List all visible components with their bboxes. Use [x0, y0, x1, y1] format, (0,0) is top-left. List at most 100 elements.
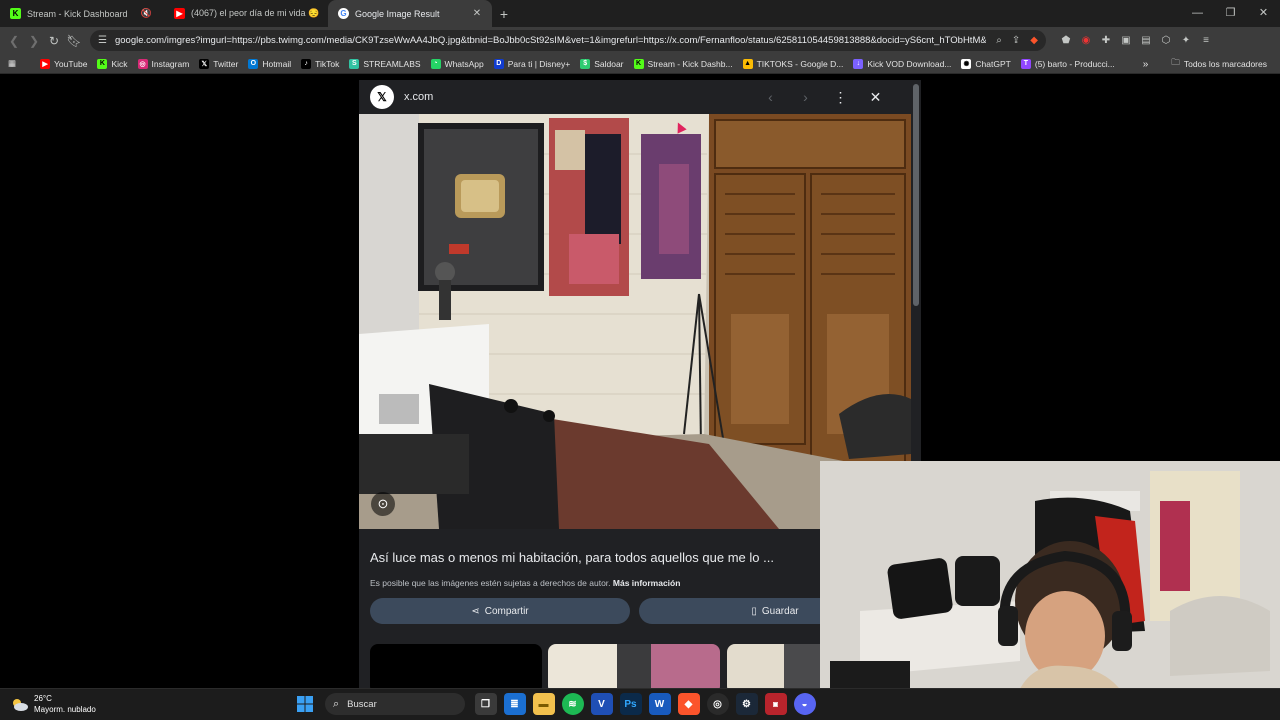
bookmark-item[interactable]: D Para ti | Disney+: [489, 58, 575, 69]
zoom-icon[interactable]: ⌕: [996, 35, 1002, 46]
restore-icon[interactable]: ❐: [1214, 0, 1247, 27]
apps-grid-icon[interactable]: ▦: [0, 58, 21, 69]
tab-title: Google Image Result: [355, 8, 440, 19]
google-lens-icon[interactable]: ⊙: [371, 492, 395, 516]
tab-google-image-result[interactable]: G Google Image Result ✕: [328, 0, 492, 27]
steam-icon[interactable]: ⚙: [735, 693, 758, 715]
extension-icon[interactable]: ⬟: [1056, 35, 1076, 46]
new-tab-button[interactable]: +: [492, 6, 516, 22]
obs-icon[interactable]: ◎: [706, 693, 729, 715]
close-window-icon[interactable]: ✕: [1247, 0, 1280, 27]
bookmark-item[interactable]: ◔ WhatsApp: [426, 58, 489, 69]
share-button[interactable]: ⋖ Compartir: [370, 598, 630, 624]
windows-start-icon[interactable]: [294, 693, 316, 715]
viewer-header: 𝕏 x.com ‹ › ⋮ ✕: [359, 80, 911, 114]
menu-icon[interactable]: ≡: [1196, 35, 1216, 46]
x-icon: 𝕏: [199, 58, 210, 69]
wallet-icon[interactable]: ▤: [1136, 35, 1156, 46]
url-text[interactable]: google.com/imgres?imgurl=https://pbs.twi…: [115, 35, 986, 46]
bookmark-item[interactable]: ▶ YouTube: [35, 58, 92, 69]
bookmark-item[interactable]: $ Saldoar: [575, 58, 628, 69]
bookmark-label: YouTube: [54, 58, 88, 69]
bookmark-label: STREAMLABS: [363, 58, 421, 69]
previous-image-icon[interactable]: ‹: [753, 89, 788, 105]
more-info-link[interactable]: Más información: [613, 578, 681, 588]
reload-icon[interactable]: ↻: [44, 34, 64, 48]
bookmarks-right: » 🗀 Todos los marcadores: [1143, 54, 1272, 74]
close-tab-icon[interactable]: ✕: [470, 8, 484, 19]
image-caption[interactable]: Así luce mas o menos mi habitación, para…: [370, 550, 774, 565]
site-info-icon[interactable]: ☰: [98, 35, 107, 46]
window-controls: — ❐ ✕: [1181, 0, 1280, 27]
photoshop-icon[interactable]: Ps: [619, 693, 642, 715]
more-bookmarks-icon[interactable]: »: [1143, 59, 1149, 70]
weather-widget[interactable]: 26°C Mayorm. nublado: [10, 693, 96, 715]
forward-icon[interactable]: ❯: [24, 34, 44, 48]
bookmark-item[interactable]: ♪ TikTok: [296, 58, 344, 69]
bookmark-label: Hotmail: [262, 58, 292, 69]
brave-browser-icon[interactable]: ◆: [677, 693, 700, 715]
google-icon: G: [338, 8, 349, 19]
discord-icon[interactable]: ◒: [793, 693, 816, 715]
all-bookmarks-folder[interactable]: 🗀 Todos los marcadores: [1166, 57, 1272, 71]
taskbar-apps: ⌕ Buscar ❐ ≣ ▬ ≋ V Ps W ◆ ◎ ⚙ ▣ ◒: [290, 693, 819, 715]
bookmark-item[interactable]: K Kick: [92, 58, 132, 69]
search-icon: ⌕: [333, 697, 340, 710]
bookmark-label: Twitter: [213, 58, 239, 69]
bookmark-item[interactable]: O Hotmail: [243, 58, 296, 69]
x-logo-icon[interactable]: 𝕏: [370, 85, 394, 109]
notepad-icon[interactable]: ≣: [503, 693, 526, 715]
sidebar-icon[interactable]: ▣: [1116, 35, 1136, 46]
minimize-icon[interactable]: —: [1181, 0, 1214, 27]
bookmark-item[interactable]: T (5) barto - Producci...: [1016, 58, 1120, 69]
puzzle-icon[interactable]: ✚: [1096, 35, 1116, 46]
tab-kick-dashboard[interactable]: K Stream - Kick Dashboard 🔇: [0, 0, 164, 27]
address-bar[interactable]: ☰ google.com/imgres?imgurl=https://pbs.t…: [90, 30, 1046, 51]
media-app-icon[interactable]: ▣: [764, 693, 787, 715]
source-domain[interactable]: x.com: [404, 91, 433, 103]
muted-speaker-icon[interactable]: 🔇: [141, 8, 152, 19]
bookmark-item[interactable]: S STREAMLABS: [344, 58, 425, 69]
share-icon: ⋖: [471, 605, 480, 617]
cloudy-weather-icon: [13, 699, 28, 711]
bookmark-label: WhatsApp: [444, 58, 484, 69]
twitch-icon: T: [1020, 58, 1031, 69]
related-image-thumbnail[interactable]: [548, 644, 720, 688]
task-view-icon[interactable]: ❐: [474, 693, 497, 715]
vegas-icon[interactable]: V: [590, 693, 613, 715]
tab-youtube[interactable]: ▶ (4067) el peor día de mi vida 😔 - Yo: [164, 0, 328, 27]
chatgpt-icon: ✺: [961, 58, 972, 69]
bookmark-item[interactable]: ↓ Kick VOD Download...: [848, 58, 956, 69]
all-bookmarks-label: Todos los marcadores: [1183, 59, 1267, 69]
file-explorer-icon[interactable]: ▬: [532, 693, 555, 715]
back-icon[interactable]: ❮: [4, 34, 24, 48]
close-viewer-icon[interactable]: ✕: [858, 89, 893, 106]
share-icon[interactable]: ⇪: [1012, 35, 1020, 46]
leo-icon[interactable]: ✦: [1176, 35, 1196, 46]
next-image-icon[interactable]: ›: [788, 89, 823, 105]
bookmark-icon[interactable]: 🔖︎: [64, 34, 84, 48]
streamlabs-icon: S: [349, 58, 360, 69]
brave-shields-icon[interactable]: ◆: [1030, 35, 1038, 46]
bookmark-item[interactable]: 𝕏 Twitter: [194, 58, 243, 69]
bookmarks-list: ▶ YouTube K Kick ◎ Instagram 𝕏 Twitter O Hotmail ♪…: [35, 58, 1120, 69]
spotify-icon[interactable]: ≋: [561, 693, 584, 715]
bookmark-label: ChatGPT: [975, 58, 1011, 69]
bookmark-item[interactable]: ◎ Instagram: [133, 58, 195, 69]
bookmark-item[interactable]: ✺ ChatGPT: [956, 58, 1015, 69]
bookmark-item[interactable]: K Stream - Kick Dashb...: [629, 58, 738, 69]
tab-title: (4067) el peor día de mi vida 😔 - Yo: [191, 8, 320, 18]
vpn-icon[interactable]: ⬡: [1156, 35, 1176, 46]
related-image-thumbnail[interactable]: [370, 644, 542, 688]
bookmark-label: Instagram: [151, 58, 190, 69]
windows-taskbar: 26°C Mayorm. nublado ⌕ Buscar ❐ ≣ ▬ ≋ V …: [0, 688, 1280, 720]
bookmark-icon: ▯: [751, 605, 757, 617]
more-options-icon[interactable]: ⋮: [823, 89, 858, 106]
bookmark-item[interactable]: ▲ TIKTOKS - Google D...: [738, 58, 849, 69]
viewer-scrollbar[interactable]: [913, 84, 919, 306]
taskbar-search[interactable]: ⌕ Buscar: [325, 693, 465, 715]
extension-red-icon[interactable]: ◉: [1076, 35, 1096, 46]
webcam-overlay: [820, 461, 1280, 720]
word-icon[interactable]: W: [648, 693, 671, 715]
outlook-icon: O: [248, 58, 259, 69]
